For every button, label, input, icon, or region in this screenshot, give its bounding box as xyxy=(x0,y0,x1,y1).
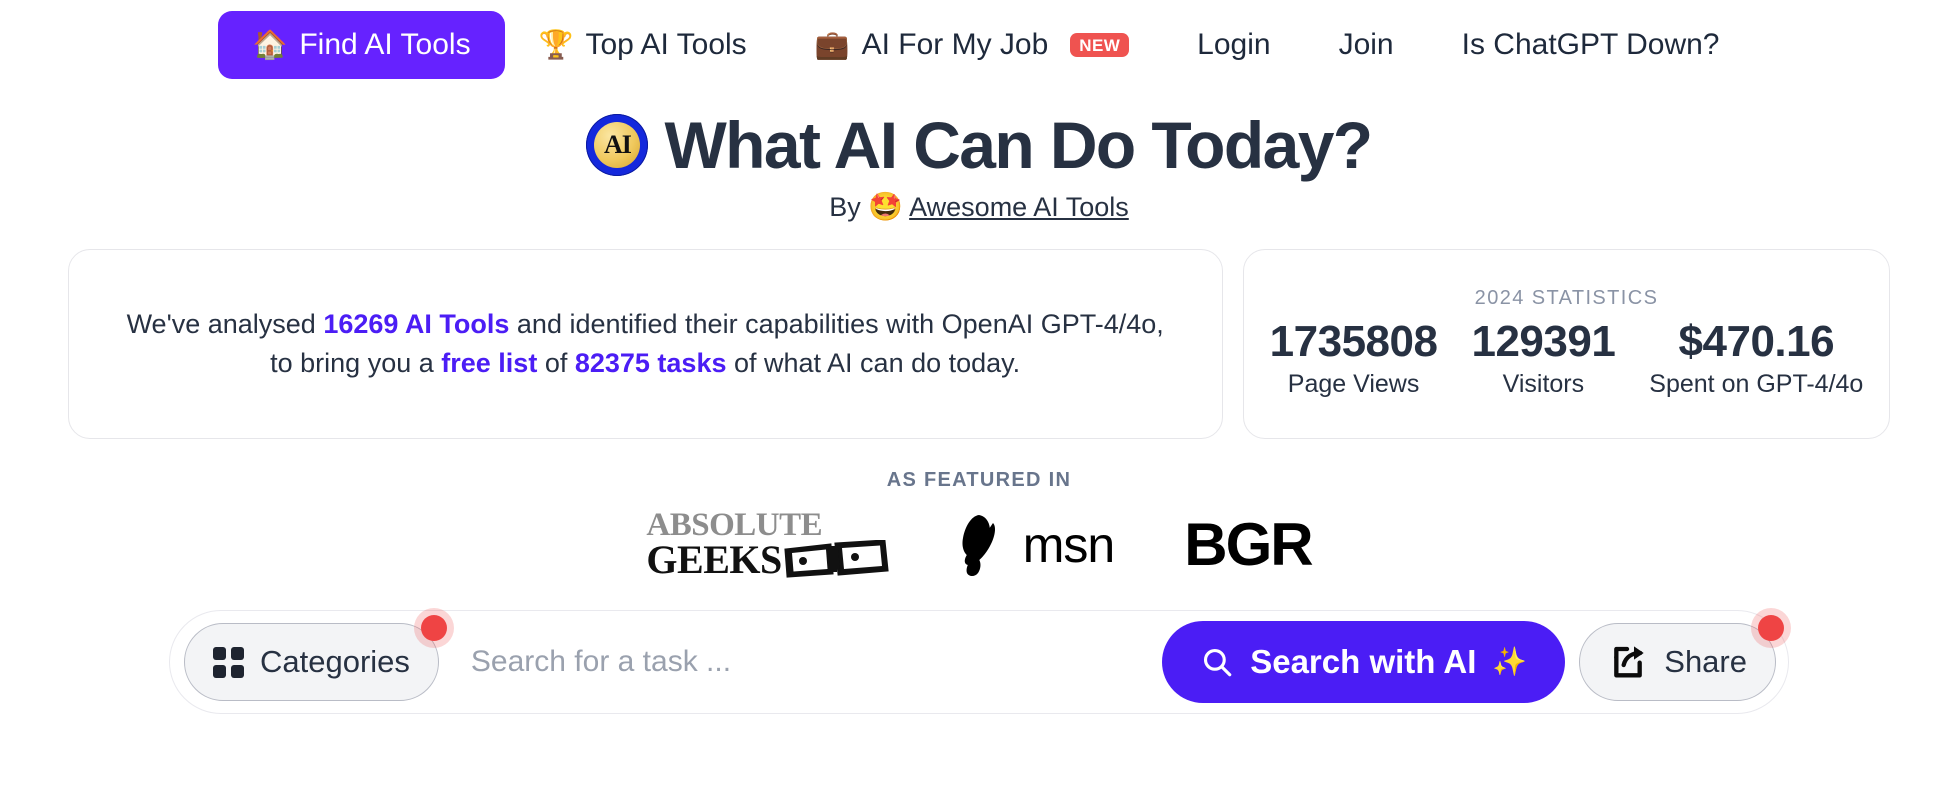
search-icon xyxy=(1204,649,1232,677)
analysis-seg-3: of xyxy=(537,348,575,379)
statistics-grid: 1735808 Page Views 129391 Visitors $470.… xyxy=(1269,316,1864,399)
absolute-geeks-bottom-text: GEEKS xyxy=(646,537,782,583)
hero-title-row: AI What AI Can Do Today? xyxy=(0,112,1958,178)
stat-label: Spent on GPT-4/4o xyxy=(1649,370,1864,399)
share-button-label: Share xyxy=(1664,644,1747,680)
search-bar-section: Categories Search with AI ✨ Share xyxy=(0,610,1958,715)
stat-label: Page Views xyxy=(1287,370,1420,399)
search-with-ai-label: Search with AI xyxy=(1250,643,1477,681)
absolute-geeks-bottom-row: GEEKS xyxy=(646,537,889,583)
share-notification-dot xyxy=(1758,615,1784,642)
statistics-card: 2024 STATISTICS 1735808 Page Views 12939… xyxy=(1242,249,1891,440)
nav-item-login[interactable]: Login xyxy=(1163,11,1304,79)
nav-item-label: Is ChatGPT Down? xyxy=(1461,28,1720,61)
tools-count-link[interactable]: 16269 AI Tools xyxy=(323,309,509,339)
stat-spent: $470.16 Spent on GPT-4/4o xyxy=(1649,316,1864,399)
house-icon: 🏠 xyxy=(252,29,288,60)
stat-value: 129391 xyxy=(1471,316,1616,366)
star-struck-icon: 🤩 xyxy=(868,191,904,222)
nav-item-label: Top AI Tools xyxy=(585,28,747,61)
trophy-icon: 🏆 xyxy=(538,29,574,60)
stat-label: Visitors xyxy=(1502,370,1585,399)
nav-item-is-chatgpt-down[interactable]: Is ChatGPT Down? xyxy=(1428,11,1754,79)
nav-item-label: Join xyxy=(1338,28,1394,61)
absolute-geeks-logo[interactable]: ABSOLUTE GEEKS xyxy=(646,507,889,583)
bgr-logo[interactable]: BGR xyxy=(1184,515,1313,575)
top-navigation: 🏠 Find AI Tools 🏆 Top AI Tools 💼 AI For … xyxy=(0,0,1958,84)
stat-visitors: 129391 Visitors xyxy=(1471,316,1616,399)
nav-item-join[interactable]: Join xyxy=(1305,11,1428,79)
grid-icon xyxy=(213,646,244,678)
featured-heading: AS FEATURED IN xyxy=(886,469,1072,492)
msn-butterfly-icon xyxy=(962,515,995,577)
site-logo-text: AI xyxy=(594,122,641,168)
share-icon xyxy=(1614,646,1644,678)
byline: By 🤩 Awesome AI Tools xyxy=(0,192,1958,223)
search-bar: Categories Search with AI ✨ Share xyxy=(169,610,1789,715)
free-list-link[interactable]: free list xyxy=(441,348,537,378)
analysis-text: We've analysed 16269 AI Tools and identi… xyxy=(119,305,1172,383)
absolute-geeks-top-text: ABSOLUTE xyxy=(646,507,823,544)
analysis-card: We've analysed 16269 AI Tools and identi… xyxy=(67,249,1223,440)
stat-value: 1735808 xyxy=(1269,316,1438,366)
nav-item-find-ai-tools[interactable]: 🏠 Find AI Tools xyxy=(218,11,505,79)
nav-item-top-ai-tools[interactable]: 🏆 Top AI Tools xyxy=(505,11,781,79)
featured-section: AS FEATURED IN ABSOLUTE GEEKS msn BGR xyxy=(0,469,1958,582)
nav-item-label: AI For My Job xyxy=(861,28,1049,61)
stat-page-views: 1735808 Page Views xyxy=(1269,316,1438,399)
stat-value: $470.16 xyxy=(1678,316,1835,366)
byline-prefix: By xyxy=(829,192,861,222)
briefcase-icon: 💼 xyxy=(814,29,850,60)
search-input[interactable] xyxy=(438,623,1163,702)
site-logo-icon[interactable]: AI xyxy=(586,114,649,176)
featured-logos: ABSOLUTE GEEKS msn BGR xyxy=(0,508,1958,582)
nav-item-label: Find AI Tools xyxy=(299,28,471,61)
page-title: What AI Can Do Today? xyxy=(664,108,1373,182)
categories-button-label: Categories xyxy=(260,644,410,680)
tasks-count-link[interactable]: 82375 tasks xyxy=(575,348,727,378)
statistics-heading: 2024 STATISTICS xyxy=(1474,286,1659,309)
share-button[interactable]: Share xyxy=(1579,615,1784,702)
nav-item-ai-for-my-job[interactable]: 💼 AI For My Job NEW xyxy=(781,11,1163,79)
nav-item-label: Login xyxy=(1197,28,1271,61)
msn-wordmark: msn xyxy=(1022,517,1115,574)
hero-section: AI What AI Can Do Today? By 🤩 Awesome AI… xyxy=(0,112,1958,223)
msn-logo[interactable]: msn xyxy=(959,513,1115,577)
categories-button[interactable]: Categories xyxy=(184,615,447,702)
analysis-seg-1: We've analysed xyxy=(126,309,324,339)
search-with-ai-button[interactable]: Search with AI ✨ xyxy=(1162,621,1566,704)
new-badge: NEW xyxy=(1070,33,1130,57)
sparkles-icon: ✨ xyxy=(1492,646,1528,678)
analysis-seg-4: of what AI can do today. xyxy=(726,348,1021,379)
cards-row: We've analysed 16269 AI Tools and identi… xyxy=(0,249,1958,440)
3d-glasses-icon xyxy=(784,540,889,579)
byline-link[interactable]: Awesome AI Tools xyxy=(909,192,1129,222)
